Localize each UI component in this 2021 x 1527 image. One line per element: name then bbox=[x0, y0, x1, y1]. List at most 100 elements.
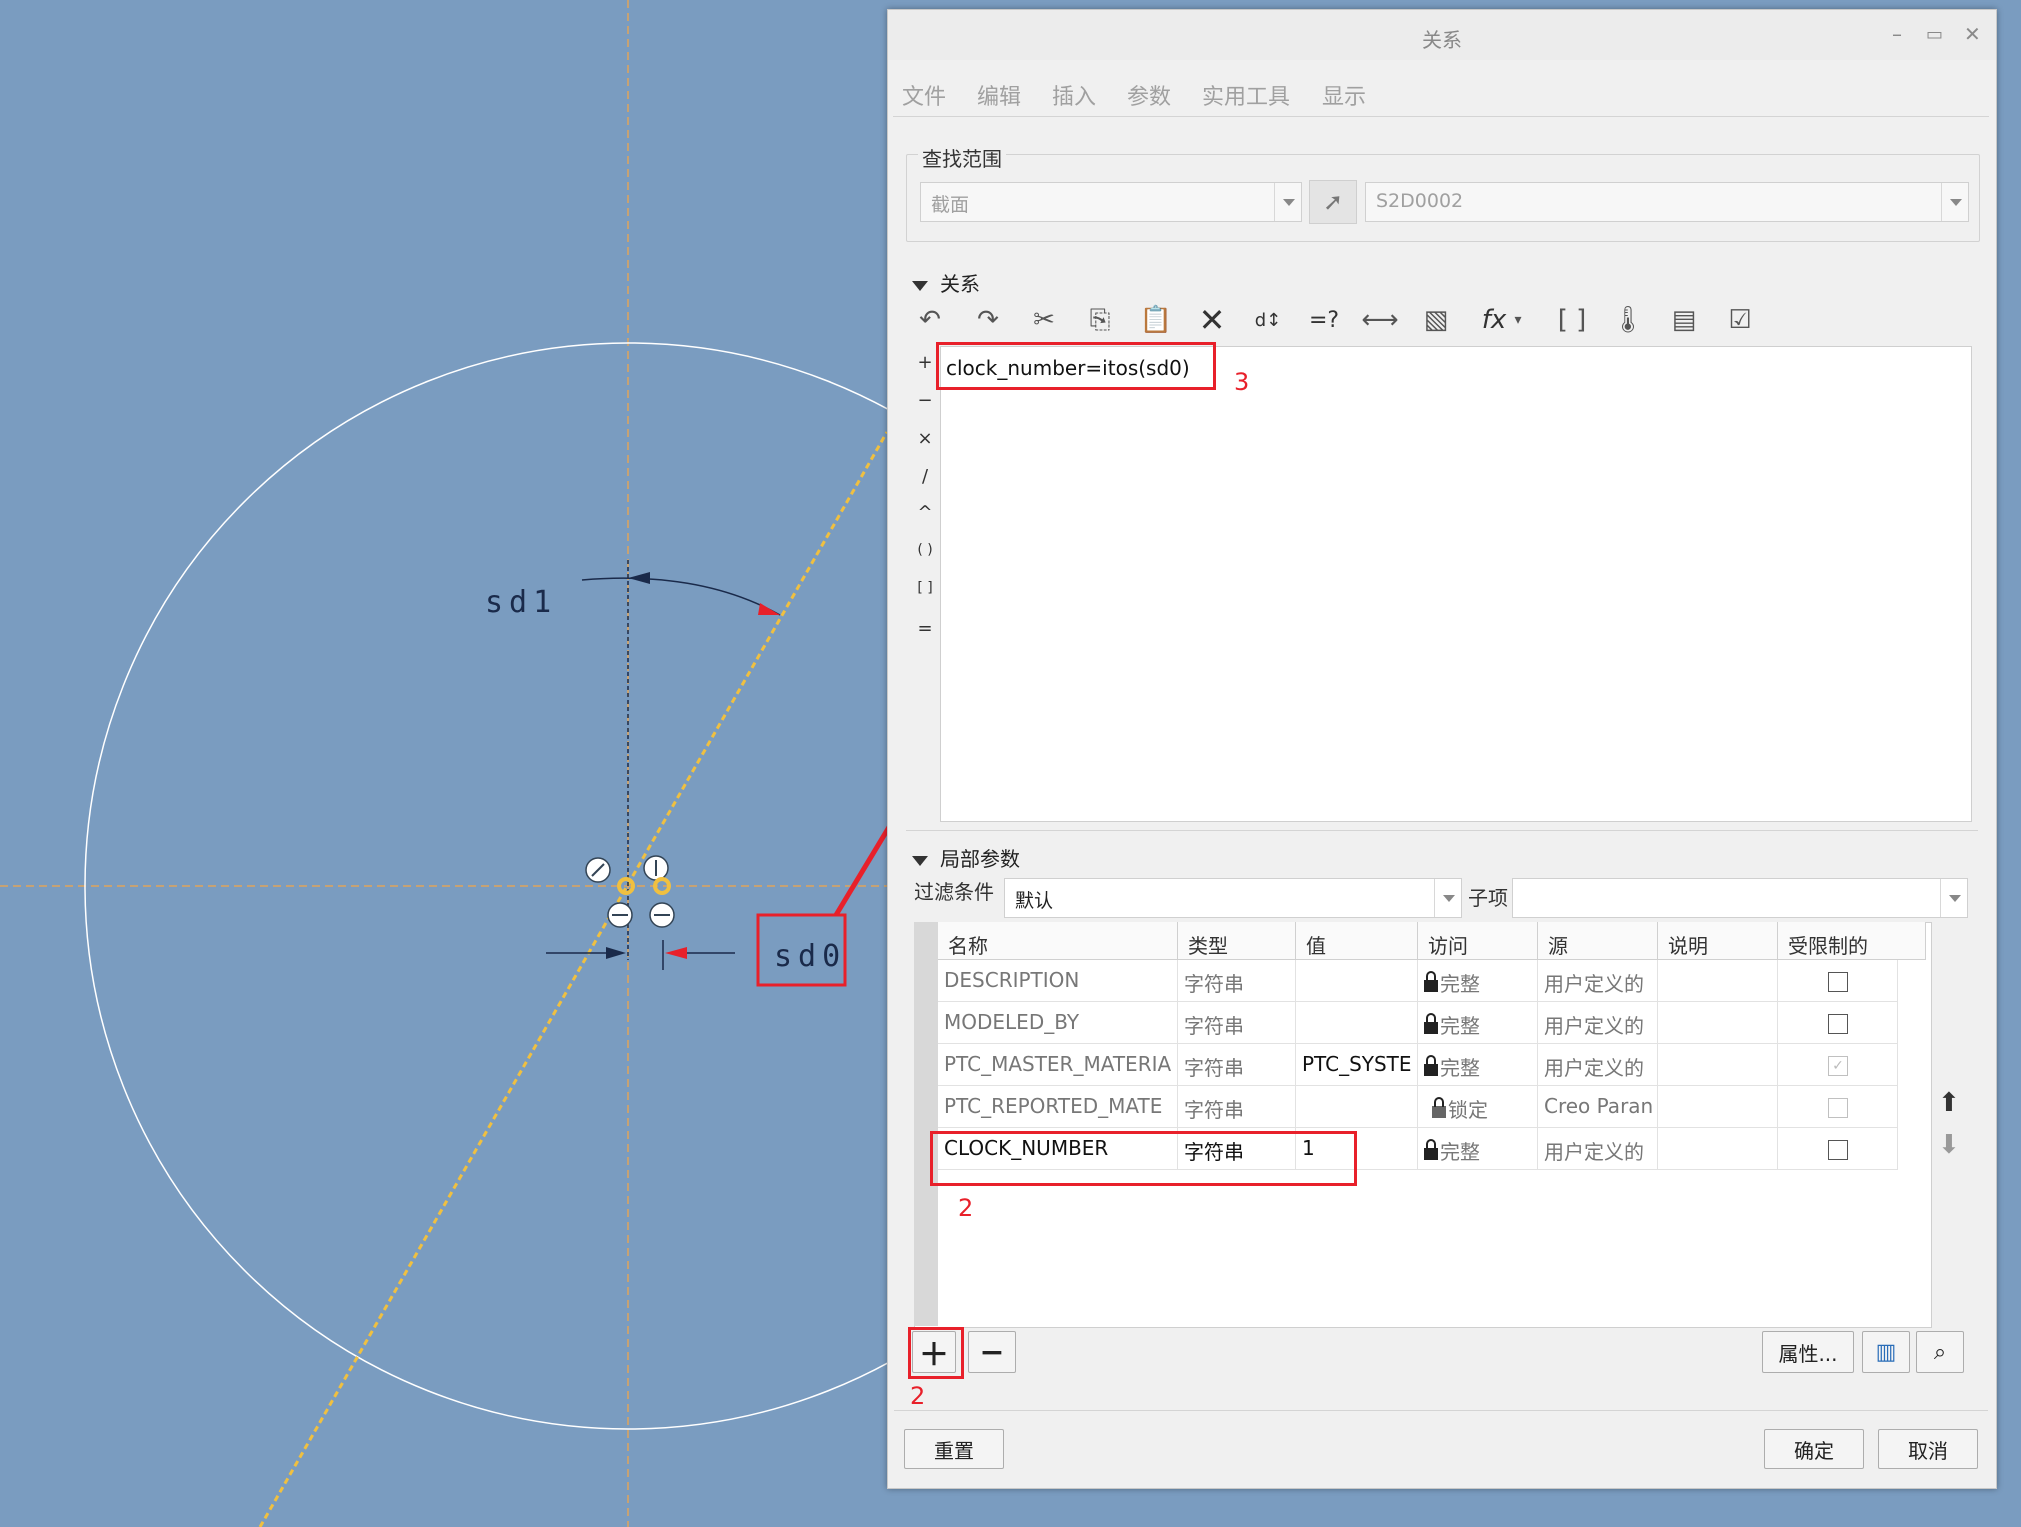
local-params-label: 局部参数 bbox=[940, 847, 1020, 871]
units-icon[interactable]: 🌡 bbox=[1608, 300, 1648, 340]
menu-utilities[interactable]: 实用工具 bbox=[1202, 79, 1290, 111]
lock-icon bbox=[1432, 1097, 1446, 1118]
filter-value: 默认 bbox=[1015, 890, 1054, 912]
maximize-icon[interactable]: ▭ bbox=[1926, 24, 1943, 45]
menu-file[interactable]: 文件 bbox=[902, 79, 946, 111]
analysis-icon[interactable]: ▧ bbox=[1416, 300, 1456, 340]
multiply-operator-button[interactable]: × bbox=[915, 428, 935, 449]
chevron-down-icon[interactable] bbox=[1941, 183, 1968, 221]
param-source: 用户定义的 bbox=[1538, 1002, 1658, 1044]
power-operator-button[interactable]: ^ bbox=[915, 502, 935, 523]
param-type: 字符串 bbox=[1178, 960, 1296, 1002]
col-value[interactable]: 值 bbox=[1296, 922, 1418, 960]
dialog-titlebar[interactable]: 关系 – ▭ ✕ bbox=[888, 10, 1996, 60]
dimension-values-icon[interactable]: d↕ bbox=[1248, 300, 1288, 340]
add-button-highlight-box bbox=[908, 1327, 964, 1379]
move-down-arrow-icon[interactable]: ⬇ bbox=[1938, 1130, 1960, 1160]
restricted-checkbox-checked[interactable]: ✓ bbox=[1828, 1056, 1848, 1076]
restricted-checkbox[interactable] bbox=[1828, 1140, 1848, 1160]
close-icon[interactable]: ✕ bbox=[1964, 22, 1981, 46]
param-value[interactable] bbox=[1296, 960, 1418, 1002]
param-name: PTC_MASTER_MATERIA bbox=[938, 1044, 1178, 1086]
ok-button[interactable]: 确定 bbox=[1764, 1429, 1864, 1469]
param-name: DESCRIPTION bbox=[938, 960, 1178, 1002]
local-params-section-header[interactable]: 局部参数 bbox=[912, 843, 1020, 872]
reset-button[interactable]: 重置 bbox=[904, 1429, 1004, 1469]
footer-separator bbox=[894, 1410, 1988, 1411]
step-3-label: 3 bbox=[1234, 368, 1250, 396]
step-2-add-label: 2 bbox=[910, 1382, 926, 1410]
relations-editor[interactable] bbox=[940, 346, 1972, 822]
move-up-arrow-icon[interactable]: ⬆ bbox=[1938, 1088, 1960, 1118]
sd1-dimension-label[interactable]: sd1 bbox=[485, 585, 557, 620]
param-note[interactable] bbox=[1658, 1002, 1778, 1044]
parentheses-operator-button[interactable]: ( ) bbox=[915, 542, 935, 558]
collapse-triangle-icon[interactable] bbox=[912, 280, 928, 291]
param-note[interactable] bbox=[1658, 1128, 1778, 1170]
param-value[interactable] bbox=[1296, 1002, 1418, 1044]
paste-icon[interactable]: 📋 bbox=[1136, 300, 1176, 340]
copy-icon[interactable]: ⎘ bbox=[1080, 300, 1120, 340]
properties-button[interactable]: 属性... bbox=[1762, 1331, 1854, 1373]
item-value: S2D0002 bbox=[1376, 190, 1464, 212]
select-pointer-icon[interactable]: ➚ bbox=[1309, 180, 1357, 224]
param-value[interactable]: PTC_SYSTE bbox=[1296, 1044, 1418, 1086]
param-note[interactable] bbox=[1658, 1044, 1778, 1086]
menu-bar: 文件 编辑 插入 参数 实用工具 显示 bbox=[887, 69, 1995, 113]
param-note[interactable] bbox=[1658, 960, 1778, 1002]
col-access[interactable]: 访问 bbox=[1418, 922, 1538, 960]
filter-combo[interactable]: 默认 bbox=[1004, 878, 1462, 918]
menu-display[interactable]: 显示 bbox=[1322, 79, 1366, 111]
chevron-down-icon[interactable]: ▾ bbox=[1508, 300, 1528, 340]
chevron-down-icon[interactable] bbox=[1940, 879, 1967, 917]
restricted-checkbox[interactable] bbox=[1828, 972, 1848, 992]
plus-operator-button[interactable]: + bbox=[915, 352, 935, 373]
scope-combo[interactable]: 截面 bbox=[920, 182, 1302, 222]
redo-icon[interactable]: ↷ bbox=[968, 300, 1008, 340]
measure-icon[interactable]: ⟷ bbox=[1360, 300, 1400, 340]
lock-icon bbox=[1424, 1055, 1438, 1076]
param-access: 完整 bbox=[1418, 960, 1538, 1002]
col-source[interactable]: 源 bbox=[1538, 922, 1658, 960]
cancel-button[interactable]: 取消 bbox=[1878, 1429, 1978, 1469]
chevron-down-icon[interactable] bbox=[1274, 183, 1301, 221]
col-name[interactable]: 名称 bbox=[938, 922, 1178, 960]
brackets-operator-button[interactable]: [ ] bbox=[915, 580, 935, 596]
minimize-icon[interactable]: – bbox=[1892, 22, 1902, 46]
param-note[interactable] bbox=[1658, 1086, 1778, 1128]
param-source: 用户定义的 bbox=[1538, 1044, 1658, 1086]
chevron-down-icon[interactable] bbox=[1434, 879, 1461, 917]
subitem-label: 子项 bbox=[1468, 886, 1508, 910]
restricted-checkbox[interactable] bbox=[1828, 1098, 1848, 1118]
param-source: Creo Paran bbox=[1538, 1086, 1658, 1128]
evaluate-icon[interactable]: =? bbox=[1304, 300, 1344, 340]
remove-param-button[interactable]: − bbox=[968, 1331, 1016, 1373]
delete-icon[interactable]: ✕ bbox=[1192, 300, 1232, 340]
minus-operator-button[interactable]: − bbox=[915, 390, 935, 411]
brackets-icon[interactable]: [ ] bbox=[1552, 300, 1592, 340]
relations-section-header[interactable]: 关系 bbox=[912, 268, 980, 297]
collapse-triangle-icon[interactable] bbox=[912, 855, 928, 866]
cut-icon[interactable]: ✂ bbox=[1024, 300, 1064, 340]
menu-edit[interactable]: 编辑 bbox=[977, 79, 1021, 111]
menu-parameters[interactable]: 参数 bbox=[1127, 79, 1171, 111]
sd0-dimension-label[interactable]: sd0 bbox=[774, 939, 846, 974]
divide-operator-button[interactable]: / bbox=[915, 466, 935, 487]
col-note[interactable]: 说明 bbox=[1658, 922, 1778, 960]
param-value[interactable] bbox=[1296, 1086, 1418, 1128]
sort-relations-icon[interactable]: ▤ bbox=[1664, 300, 1704, 340]
lock-icon bbox=[1424, 971, 1438, 992]
col-type[interactable]: 类型 bbox=[1178, 922, 1296, 960]
verify-icon[interactable]: ☑ bbox=[1720, 300, 1760, 340]
columns-icon[interactable]: ▥ bbox=[1862, 1331, 1910, 1373]
item-combo[interactable]: S2D0002 bbox=[1365, 182, 1969, 222]
menu-insert[interactable]: 插入 bbox=[1052, 79, 1096, 111]
code-highlight-box bbox=[936, 342, 1216, 390]
restricted-checkbox[interactable] bbox=[1828, 1014, 1848, 1034]
col-restricted[interactable]: 受限制的 bbox=[1778, 922, 1926, 960]
equals-operator-button[interactable]: = bbox=[915, 618, 935, 639]
access-label: 锁定 bbox=[1448, 1098, 1488, 1122]
undo-icon[interactable]: ↶ bbox=[910, 300, 950, 340]
find-binoculars-icon[interactable]: ⌕ bbox=[1916, 1331, 1964, 1373]
subitem-combo[interactable] bbox=[1512, 878, 1968, 918]
